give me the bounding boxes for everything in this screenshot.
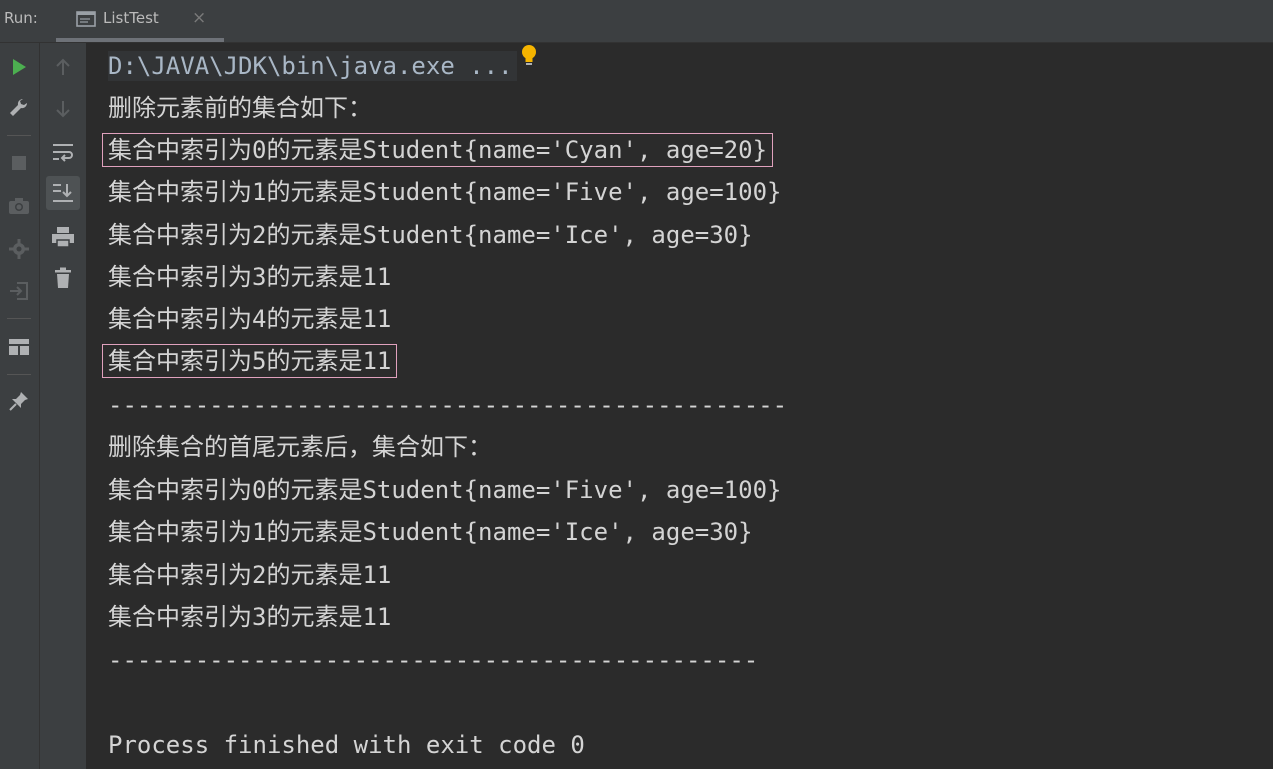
stop-icon[interactable] [5,149,33,177]
command-line[interactable]: D:\JAVA\JDK\bin\java.exe ... [108,51,517,81]
camera-icon[interactable] [5,192,33,220]
highlight-box: 集合中索引为5的元素是11 [101,344,398,378]
close-icon[interactable]: × [192,8,206,28]
console-line: 集合中索引为2的元素是11 [108,561,392,589]
exit-status-line: Process finished with exit code 0 [108,731,585,759]
trash-icon[interactable] [49,264,77,292]
wrench-icon[interactable] [5,94,33,122]
tab-title: ListTest [103,9,159,27]
toolbar-separator [7,318,31,319]
scroll-to-end-icon[interactable] [46,176,80,210]
console-line: 删除元素前的集合如下： [108,94,372,122]
console-toolbar [40,43,86,769]
console-line: 删除集合的首尾元素后，集合如下： [108,433,492,461]
tab-listtest[interactable]: ListTest × [56,0,224,42]
pin-icon[interactable] [5,387,33,415]
console-line: 集合中索引为3的元素是11 [108,603,392,631]
console-line: 集合中索引为2的元素是Student{name='Ice', age=30} [108,221,753,249]
highlight-box: 集合中索引为0的元素是Student{name='Cyan', age=20} [101,133,774,167]
arrow-down-icon[interactable] [49,95,77,123]
login-icon[interactable] [5,277,33,305]
lightbulb-icon[interactable] [518,43,540,73]
active-tab-indicator [56,38,224,42]
console-line-highlighted: 集合中索引为5的元素是11 [101,344,398,378]
console-line-highlighted: 集合中索引为0的元素是Student{name='Cyan', age=20} [101,133,774,167]
separator-line: ----------------------------------------… [108,391,788,419]
console-line: 集合中索引为0的元素是Student{name='Five', age=100} [108,476,782,504]
console-line: 集合中索引为3的元素是11 [108,263,392,291]
console-line: 集合中索引为1的元素是Student{name='Five', age=100} [108,178,782,206]
layout-icon[interactable] [5,333,33,361]
soft-wrap-icon[interactable] [49,138,77,166]
console-line: 集合中索引为1的元素是Student{name='Ice', age=30} [108,518,753,546]
console-line: 集合中索引为4的元素是11 [108,305,392,333]
toolbar-separator [7,135,31,136]
toolbar-separator [7,374,31,375]
console-tab-icon [76,10,96,28]
print-icon[interactable] [49,223,77,251]
separator-line: ----------------------------------------… [108,646,759,674]
run-panel-header: Run: ListTest × [0,0,1273,43]
arrow-up-icon[interactable] [49,53,77,81]
console-output[interactable]: D:\JAVA\JDK\bin\java.exe ... 删除元素前的集合如下：… [87,43,1273,769]
gear-bug-icon[interactable] [5,235,33,263]
run-toolbar-left [0,43,40,769]
run-icon[interactable] [5,53,33,81]
run-label: Run: [4,9,38,27]
